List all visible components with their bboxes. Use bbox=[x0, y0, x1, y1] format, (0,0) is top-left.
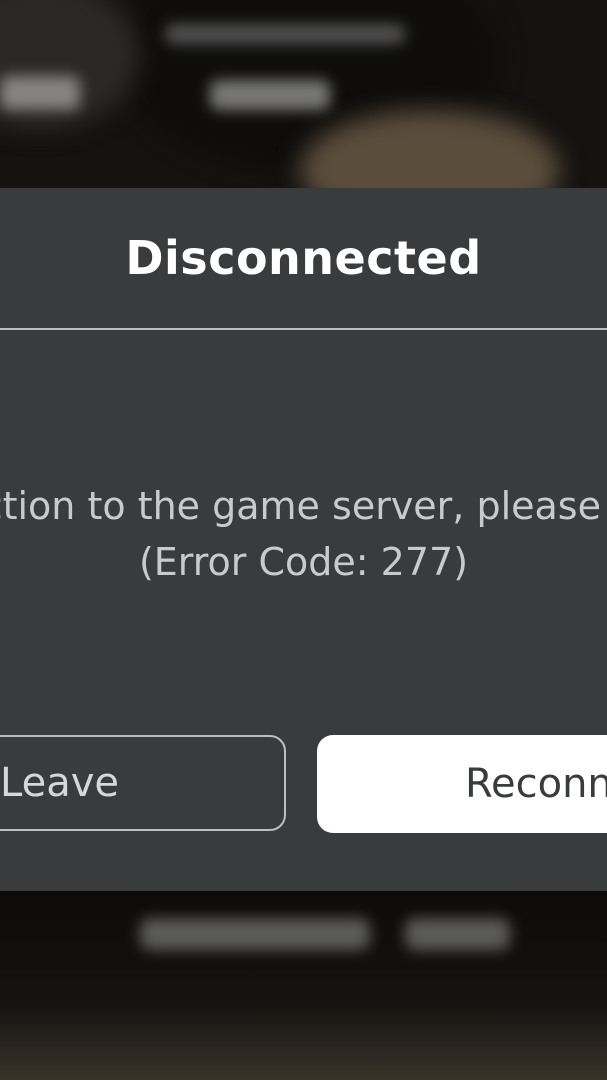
error-code-text: (Error Code: 277) bbox=[138, 540, 469, 584]
reconnect-button-label: Reconn bbox=[465, 761, 607, 807]
background-blurred-text bbox=[140, 918, 370, 950]
background-blurred-text bbox=[405, 918, 510, 950]
reconnect-button[interactable]: Reconn bbox=[317, 735, 607, 833]
leave-button-label: Leave bbox=[0, 760, 119, 806]
dialog-title: Disconnected bbox=[125, 231, 482, 285]
background-blurred-text bbox=[0, 76, 80, 110]
message-line-1-text: ection to the game server, please bbox=[0, 484, 601, 528]
leave-button[interactable]: Leave bbox=[0, 735, 286, 831]
message-line-1: ection to the game server, please bbox=[0, 478, 607, 534]
title-divider bbox=[0, 328, 607, 330]
background-blurred-text bbox=[165, 24, 405, 44]
disconnect-dialog: Disconnected ection to the game server, … bbox=[0, 188, 607, 891]
background-blurred-text bbox=[210, 80, 330, 110]
